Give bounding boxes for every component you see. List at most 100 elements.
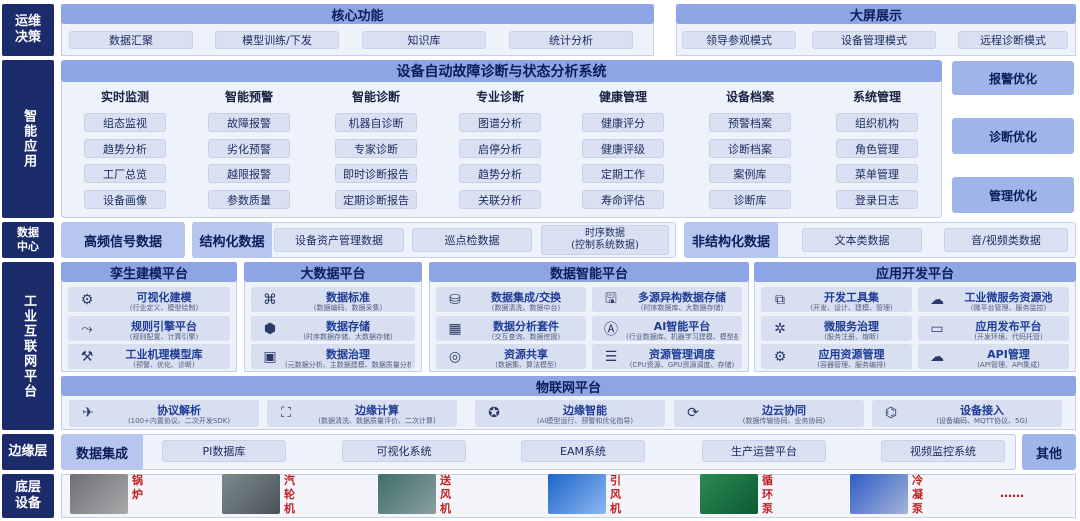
system-item: 健康评分 — [582, 113, 664, 132]
platform-card-subtitle: (行业数据库、机器学习建模、模型部署) — [626, 333, 738, 341]
resource-icon: ⚙ — [773, 349, 787, 365]
platform-card: ▣ 数据治理 (元数据分析、主数据建模、数据质量分析) — [251, 344, 415, 369]
hf-signal-data: 高频信号数据 — [61, 222, 185, 258]
iot-card: ⌬ 设备接入 (设备编码、MQTT协议、5G) — [872, 400, 1062, 427]
system-item: 诊断库 — [709, 190, 791, 209]
system-item: 劣化预警 — [208, 139, 290, 158]
equipment-item: 循环泵 — [700, 474, 790, 516]
iot-card-subtitle: (设备编码、MQTT协议、5G) — [936, 417, 1028, 425]
disk-icon: ◎ — [448, 349, 462, 365]
cube-icon: ⬢ — [263, 321, 277, 337]
boiler-image — [70, 474, 128, 514]
analysis-icon: ▦ — [448, 321, 462, 337]
system-item: 组态监视 — [84, 113, 166, 132]
platform-card-subtitle: (数据编码、数据采集) — [313, 304, 383, 312]
iot-card: ⛶ 边缘计算 (数据清洗、数据质量评价、二次计算) — [267, 400, 457, 427]
system-item: 专家诊断 — [335, 139, 417, 158]
equipment-label: 循环泵 — [762, 474, 773, 515]
equipment-item: 锅炉 — [70, 474, 160, 516]
system-column-head: 实时监测 — [100, 90, 149, 104]
equipment-label: 送风机 — [440, 474, 451, 515]
iot-card-subtitle: (数据清洗、数据质量评价、二次计算) — [318, 417, 436, 425]
platform-card: ⧉ 开发工具集 (开发、设计、建模、管理) — [761, 287, 912, 312]
platform-card-subtitle: (容器管理、服务编排) — [817, 361, 886, 369]
core-title: 核心功能 — [61, 4, 654, 24]
platform-title: 大数据平台 — [244, 262, 422, 282]
platform-card: ✲ 微服务治理 (服务注册、熔断) — [761, 316, 912, 341]
bigscreen-title: 大屏展示 — [676, 4, 1076, 24]
core-item: 知识库 — [362, 31, 486, 49]
equipment-item: 汽轮机 — [222, 474, 312, 516]
platform-card: ⒶAI智能平台(行业数据库、机器学习建模、模型部署) — [592, 316, 742, 341]
side-label-ops: 运维决策 — [2, 4, 54, 56]
system-item: 关联分析 — [459, 190, 541, 209]
system-item: 组织机构 — [836, 113, 918, 132]
layers-icon: ☰ — [604, 349, 618, 365]
platform-card: 🖫 多源异构数据存储 (时序数据库、大数据存储) — [592, 287, 742, 312]
side-label-iiot: 工业互联网平台 — [2, 262, 54, 430]
bigscreen-item: 领导参观模式 — [682, 31, 796, 49]
system-item: 定期工作 — [582, 164, 664, 183]
edge-item: 生产运营平台 — [702, 440, 826, 462]
platform-card-subtitle: (行业定义、模型绘制) — [129, 304, 199, 312]
edge-item: PI数据库 — [162, 440, 286, 462]
system-item: 故障报警 — [208, 113, 290, 132]
platform-title: 应用开发平台 — [754, 262, 1076, 282]
iot-card: ⟳ 边云协同 (数据传输协同、业务协同) — [674, 400, 864, 427]
equipment-label: 引风机 — [610, 474, 621, 515]
platform-card: ⚙ 应用资源管理 (容器管理、服务编排) — [761, 344, 912, 369]
system-item: 定期诊断报告 — [335, 190, 417, 209]
side-label-edge: 边缘层 — [2, 434, 54, 470]
toolbox-icon: ⧉ — [775, 292, 785, 308]
structured-item: 设备资产管理数据 — [274, 228, 404, 252]
platform-card-subtitle: (交互查询、数据挖掘) — [491, 333, 561, 341]
circulating-pump-image — [700, 474, 758, 514]
platform-card: ⛁ 数据集成/交换 (数据清洗、数据中台) — [436, 287, 586, 312]
iot-card: ✈ 协议解析 (100+内置协议、二次开发SDK) — [69, 400, 259, 427]
side-label-datacenter: 数据中心 — [2, 222, 54, 258]
iot-card: ✪ 边缘智能 (AI模型运行、预警和优化指导) — [475, 400, 665, 427]
equipment-item: 引风机 — [548, 474, 638, 516]
platform-card-subtitle: (元数据分析、主数据建模、数据质量分析) — [285, 361, 411, 369]
platform-card-subtitle: (微平台管理、服务监控) — [970, 304, 1047, 312]
robot-arm-icon: ⚒ — [80, 349, 94, 365]
optimize-alarm: 报警优化 — [952, 61, 1074, 95]
storage-icon: 🖫 — [605, 291, 617, 307]
system-item: 设备画像 — [84, 190, 166, 209]
equipment-label: 冷凝泵 — [912, 474, 923, 515]
platform-card: ☰ 资源管理调度 (CPU资源、GPU资源调度、存储) — [592, 344, 742, 369]
system-item: 健康评级 — [582, 139, 664, 158]
rule-engine-icon: ⤳ — [81, 321, 93, 337]
satellite-icon: ✈ — [82, 405, 94, 421]
side-label-smart-text: 智能应用 — [21, 109, 37, 169]
platform-card-subtitle: (时序数据存储、大数据存储) — [303, 333, 393, 341]
system-item: 机器自诊断 — [335, 113, 417, 132]
structured-item: 时序数据 (控制系统数据) — [541, 225, 669, 255]
optimize-management: 管理优化 — [952, 177, 1074, 213]
unstructured-item: 文本类数据 — [802, 228, 922, 252]
platform-card: ◎ 资源共享 (数据集、算法模型) — [436, 344, 586, 369]
edge-other: 其他 — [1022, 434, 1076, 470]
platform-title: 孪生建模平台 — [61, 262, 237, 282]
edge-title: 数据集成 — [61, 434, 143, 470]
platform-card-subtitle: (开发环境、代码托管) — [974, 333, 1043, 341]
platform-title: 数据智能平台 — [429, 262, 749, 282]
platform-card-subtitle: (数据清洗、数据中台) — [491, 304, 561, 312]
platform-card: ▦ 数据分析套件 (交互查询、数据挖掘) — [436, 316, 586, 341]
platform-card: ⬢ 数据存储 (时序数据存储、大数据存储) — [251, 316, 415, 341]
monitor-gear-icon: ▣ — [263, 349, 277, 365]
system-item: 趋势分析 — [459, 164, 541, 183]
side-label-bottom: 底层设备 — [2, 474, 54, 518]
system-item: 登录日志 — [836, 190, 918, 209]
induced-fan-image — [548, 474, 606, 514]
system-item: 越限报警 — [208, 164, 290, 183]
edge-compute-icon: ⛶ — [281, 405, 291, 421]
side-label-iiot-text: 工业互联网平台 — [21, 293, 37, 399]
system-item: 启停分析 — [459, 139, 541, 158]
equipment-more: …… — [1000, 486, 1024, 500]
iot-card-subtitle: (AI模型运行、预警和优化指导) — [536, 417, 634, 425]
iot-card-subtitle: (100+内置协议、二次开发SDK) — [127, 417, 231, 425]
equipment-label: 汽轮机 — [284, 474, 295, 515]
system-item: 案例库 — [709, 164, 791, 183]
iot-title: 物联网平台 — [61, 376, 1076, 396]
